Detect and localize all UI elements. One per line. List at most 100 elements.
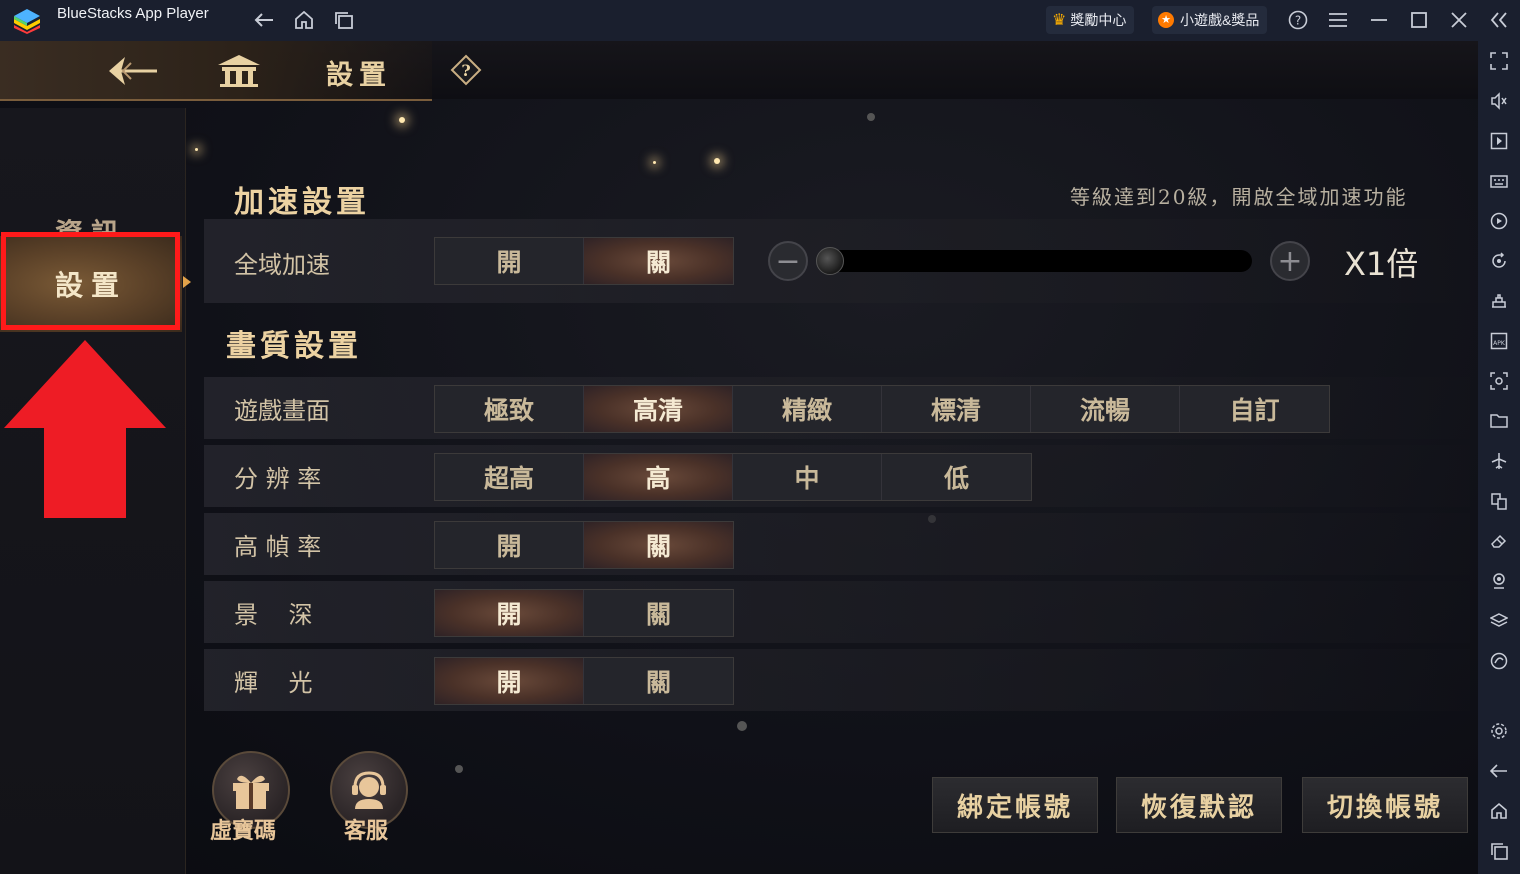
- speed-section-note: 等級達到20級，開啟全域加速功能: [1070, 185, 1408, 209]
- speed-row-label: 全域加速: [234, 251, 330, 279]
- mini-games-button[interactable]: ★ 小遊戲&獎品: [1152, 6, 1268, 34]
- option-label: 關: [645, 248, 671, 277]
- volume-icon[interactable]: [1489, 91, 1509, 111]
- restore-default-button[interactable]: 恢復默認: [1116, 777, 1282, 833]
- preset-option[interactable]: 流暢: [1031, 386, 1180, 432]
- sparkle-decoration: [737, 721, 747, 731]
- option-label: 流暢: [1079, 396, 1130, 425]
- speed-slider-track[interactable]: [820, 250, 1252, 272]
- help-diamond-icon[interactable]: ?: [450, 54, 482, 86]
- quality-row-label: 高 幀 率: [234, 533, 322, 561]
- rewards-center-button[interactable]: ♛ 獎勵中心: [1046, 6, 1135, 34]
- nav-recent-button[interactable]: [332, 8, 356, 32]
- collapse-sidebar-button[interactable]: [1488, 8, 1510, 32]
- graphics-preset-selector: 極致 高清 精緻 標清 流暢 自訂: [434, 385, 1330, 433]
- nav-back-button[interactable]: [252, 8, 276, 32]
- record-icon[interactable]: [1489, 211, 1509, 231]
- menu-button[interactable]: [1327, 8, 1349, 32]
- palace-home-icon[interactable]: [216, 53, 262, 87]
- help-button[interactable]: ?: [1287, 8, 1309, 32]
- option-label: 關: [645, 668, 671, 697]
- resolution-selector: 超高 高 中 低: [434, 453, 1032, 501]
- preset-option[interactable]: 極致: [435, 386, 584, 432]
- speed-decrease-button[interactable]: −: [768, 241, 808, 281]
- keyboard-icon[interactable]: [1489, 171, 1509, 191]
- svg-text:?: ?: [1295, 14, 1301, 28]
- preset-option[interactable]: 高清: [584, 386, 733, 432]
- sparkle-decoration: [653, 161, 656, 164]
- option-label: 高清: [632, 396, 683, 425]
- speed-slider-handle[interactable]: [816, 247, 844, 275]
- svg-text:?: ?: [461, 61, 470, 80]
- folder-icon[interactable]: [1489, 411, 1509, 431]
- option-label: 極致: [483, 396, 534, 425]
- rotate-icon[interactable]: [1489, 251, 1509, 271]
- button-label: 綁定帳號: [956, 792, 1073, 823]
- close-button[interactable]: [1448, 8, 1470, 32]
- bind-account-button[interactable]: 綁定帳號: [932, 777, 1098, 833]
- toggle-on-option[interactable]: 開: [435, 658, 584, 704]
- quality-row: 分 辨 率 超高 高 中 低: [204, 445, 1470, 507]
- recent-apps-icon[interactable]: [1489, 841, 1509, 861]
- page-title: 設置: [326, 60, 392, 91]
- emulator-sidebar: APK: [1478, 41, 1520, 874]
- resolution-option[interactable]: 中: [733, 454, 882, 500]
- annotation-highlight-box: [1, 232, 180, 330]
- settings-icon[interactable]: [1489, 721, 1509, 741]
- option-label: 關: [645, 600, 671, 629]
- speed-off-option[interactable]: 關: [584, 238, 733, 284]
- screenshot-icon[interactable]: [1489, 371, 1509, 391]
- home-icon[interactable]: [1489, 801, 1509, 821]
- red-arrow-annotation-icon: [4, 340, 166, 518]
- preset-option[interactable]: 精緻: [733, 386, 882, 432]
- fullscreen-icon[interactable]: [1489, 51, 1509, 71]
- layers-icon[interactable]: [1489, 611, 1509, 631]
- option-label: 精緻: [781, 396, 832, 425]
- sparkle-decoration: [714, 158, 720, 164]
- preset-option[interactable]: 自訂: [1180, 386, 1329, 432]
- resolution-option[interactable]: 高: [584, 454, 733, 500]
- multi-instance-icon[interactable]: [1489, 491, 1509, 511]
- help-circle-icon: ?: [1288, 10, 1308, 30]
- speed-increase-button[interactable]: +: [1270, 241, 1310, 281]
- option-label: 自訂: [1229, 396, 1280, 425]
- back-icon[interactable]: [1489, 761, 1509, 781]
- option-label: 超高: [483, 464, 534, 493]
- option-label: 低: [943, 464, 969, 493]
- resolution-option[interactable]: 低: [882, 454, 1031, 500]
- gift-box-icon: [233, 775, 269, 809]
- maximize-button[interactable]: [1408, 8, 1430, 32]
- quality-row: 高 幀 率 開 關: [204, 513, 1470, 575]
- option-label: 高: [645, 464, 671, 493]
- rewards-label: 獎勵中心: [1070, 12, 1127, 28]
- speed-multiplier: X1倍: [1344, 245, 1419, 283]
- speed-on-option[interactable]: 開: [435, 238, 584, 284]
- toggle-on-option[interactable]: 開: [435, 522, 584, 568]
- toggle-on-option[interactable]: 開: [435, 590, 584, 636]
- bluestacks-logo-icon: [14, 9, 40, 34]
- airplane-icon[interactable]: [1489, 451, 1509, 471]
- minimize-button[interactable]: [1368, 8, 1390, 32]
- game-screen: 設置 ? 資訊 設置 加速設置 等級達到20級，開啟全域加速功能 全域加速 開 …: [0, 41, 1478, 874]
- plus-icon: +: [1277, 243, 1303, 279]
- nav-home-button[interactable]: [292, 8, 316, 32]
- eco-icon[interactable]: [1489, 651, 1509, 671]
- resolution-option[interactable]: 超高: [435, 454, 584, 500]
- quality-row-label: 分 辨 率: [234, 465, 322, 493]
- toggle-off-option[interactable]: 關: [584, 590, 733, 636]
- quality-row-label: 遊戲畫面: [234, 397, 330, 425]
- quality-row-label: 景 深: [234, 601, 313, 629]
- toggle-off-option[interactable]: 關: [584, 522, 733, 568]
- minimize-icon: [1371, 19, 1387, 21]
- media-icon[interactable]: [1489, 131, 1509, 151]
- apk-icon[interactable]: APK: [1489, 331, 1509, 351]
- erase-icon[interactable]: [1489, 531, 1509, 551]
- location-icon[interactable]: [1489, 571, 1509, 591]
- toggle-off-option[interactable]: 關: [584, 658, 733, 704]
- back-arrow-icon[interactable]: [105, 53, 161, 89]
- controls-icon[interactable]: [1489, 291, 1509, 311]
- preset-option[interactable]: 標清: [882, 386, 1031, 432]
- option-label: 關: [645, 532, 671, 561]
- switch-account-button[interactable]: 切換帳號: [1302, 777, 1468, 833]
- nav-pointer-icon: [183, 276, 191, 288]
